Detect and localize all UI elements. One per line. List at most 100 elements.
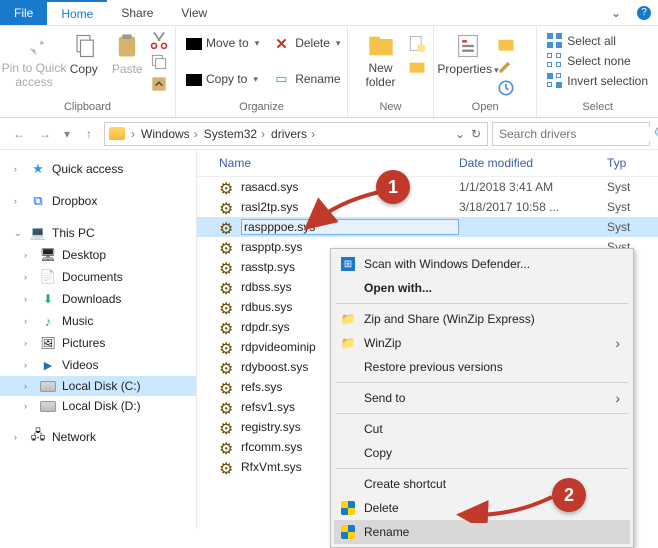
drive-d-icon — [40, 401, 56, 412]
sidebar-item-music[interactable]: ›Music — [0, 310, 196, 332]
sidebar-dropbox[interactable]: ›Dropbox — [0, 190, 196, 212]
title-tabs: File Home Share View ⌄ ? — [0, 0, 658, 26]
ctx-delete[interactable]: Delete — [334, 496, 630, 520]
sidebar-thispc[interactable]: ⌄This PC — [0, 222, 196, 244]
file-name: rasl2tp.sys — [241, 200, 459, 214]
sysfile-icon — [219, 319, 235, 335]
moveto-button[interactable]: Move to — [182, 34, 263, 52]
invert-icon — [547, 73, 563, 89]
file-row[interactable]: raspppoe.sys Syst — [197, 217, 658, 237]
ctx-cut[interactable]: Cut — [334, 417, 630, 441]
newfolder-icon — [367, 32, 395, 60]
cut-icon[interactable] — [149, 30, 169, 50]
edit-icon[interactable] — [496, 56, 516, 76]
ctx-winzip[interactable]: 📁WinZip — [334, 331, 630, 355]
sidebar-item-localdisk-c[interactable]: ›Local Disk (C:) — [0, 376, 196, 396]
column-headers[interactable]: Name Date modified Typ — [197, 150, 658, 177]
selectall-icon — [547, 33, 563, 49]
breadcrumb[interactable]: › Windows System32 drivers ⌄ ↻ — [104, 122, 488, 146]
ctx-openwith[interactable]: Open with... — [334, 276, 630, 300]
delete-icon: ✕ — [275, 35, 291, 51]
help-button[interactable]: ? — [630, 0, 658, 25]
crumb-0[interactable]: Windows — [141, 127, 198, 141]
rename-button[interactable]: ▭ Rename — [271, 70, 344, 88]
sidebar-item-desktop[interactable]: ›Desktop — [0, 244, 196, 266]
refresh-button[interactable]: ↻ — [471, 127, 481, 141]
easyaccess-icon[interactable] — [407, 56, 427, 76]
file-type: Syst — [607, 220, 658, 234]
sidebar-network[interactable]: ›Network — [0, 426, 196, 448]
file-name: raspppoe.sys — [241, 219, 459, 235]
file-row[interactable]: rasacd.sys1/1/2018 3:41 AMSyst — [197, 177, 658, 197]
search-box[interactable]: 🔍 — [492, 122, 650, 146]
annotation-bubble-1: 1 — [376, 170, 410, 204]
copypath-icon[interactable] — [149, 52, 169, 72]
sysfile-icon — [219, 239, 235, 255]
selectall-button[interactable]: Select all — [543, 32, 652, 50]
collapse-ribbon-button[interactable]: ⌄ — [602, 0, 630, 25]
sidebar-quickaccess[interactable]: ›Quick access — [0, 158, 196, 180]
sidebar-item-documents[interactable]: ›Documents — [0, 266, 196, 288]
tab-file[interactable]: File — [0, 0, 47, 25]
tab-view[interactable]: View — [167, 0, 221, 25]
delete-button[interactable]: ✕ Delete — [271, 34, 344, 52]
rename-icon: ▭ — [275, 71, 291, 87]
ctx-restore[interactable]: Restore previous versions — [334, 355, 630, 379]
invertselection-button[interactable]: Invert selection — [543, 72, 652, 90]
nav-recent-button[interactable]: ▾ — [60, 123, 74, 145]
sidebar: ›Quick access ›Dropbox ⌄This PC ›Desktop… — [0, 150, 197, 529]
sidebar-item-videos[interactable]: ›Videos — [0, 354, 196, 376]
file-name: rasacd.sys — [241, 180, 459, 194]
sidebar-item-pictures[interactable]: ›Pictures — [0, 332, 196, 354]
videos-icon — [40, 357, 56, 373]
sidebar-item-downloads[interactable]: ›Downloads — [0, 288, 196, 310]
selectnone-button[interactable]: Select none — [543, 52, 652, 70]
sysfile-icon — [219, 199, 235, 215]
shield-rename-icon — [340, 524, 356, 540]
ctx-rename[interactable]: Rename — [334, 520, 630, 544]
crumb-2[interactable]: drivers — [271, 127, 315, 141]
address-bar: ← → ▾ ↑ › Windows System32 drivers ⌄ ↻ 🔍 — [0, 118, 658, 150]
search-input[interactable] — [499, 127, 654, 141]
history-icon[interactable] — [496, 78, 516, 98]
group-new-caption: New — [354, 99, 427, 117]
ctx-sendto[interactable]: Send to — [334, 386, 630, 410]
ctx-scan-defender[interactable]: ⊞Scan with Windows Defender... — [334, 252, 630, 276]
tab-share[interactable]: Share — [107, 0, 167, 25]
copy-button[interactable]: Copy — [62, 28, 106, 76]
annotation-bubble-2: 2 — [552, 478, 586, 512]
moveto-icon — [186, 35, 202, 51]
crumb-dropdown-icon[interactable]: ⌄ — [455, 127, 465, 141]
newitem-icon[interactable] — [407, 34, 427, 54]
paste-button[interactable]: Paste — [106, 28, 150, 76]
newfolder-button[interactable]: New folder — [354, 28, 407, 90]
nav-up-button[interactable]: ↑ — [78, 123, 100, 145]
ctx-copy[interactable]: Copy — [334, 441, 630, 465]
search-icon: 🔍 — [654, 127, 658, 141]
sysfile-icon — [219, 379, 235, 395]
col-name[interactable]: Name — [219, 156, 459, 170]
properties-icon — [454, 32, 482, 60]
copyto-button[interactable]: Copy to — [182, 70, 263, 88]
desktop-icon — [40, 247, 56, 263]
file-date: 3/18/2017 10:58 ... — [459, 200, 607, 214]
file-type: Syst — [607, 200, 658, 214]
selectnone-icon — [547, 53, 563, 69]
pin-quickaccess-button[interactable]: Pin to Quick access — [6, 28, 62, 90]
music-icon — [40, 313, 56, 329]
ctx-zip-share[interactable]: 📁Zip and Share (WinZip Express) — [334, 307, 630, 331]
properties-button[interactable]: Properties — [440, 28, 496, 76]
file-row[interactable]: rasl2tp.sys3/18/2017 10:58 ...Syst — [197, 197, 658, 217]
nav-forward-button[interactable]: → — [34, 123, 56, 145]
tab-home[interactable]: Home — [47, 0, 107, 25]
pc-icon — [30, 225, 46, 241]
paste-shortcut-icon[interactable] — [149, 74, 169, 94]
documents-icon — [40, 269, 56, 285]
col-type[interactable]: Typ — [607, 156, 658, 170]
col-date[interactable]: Date modified — [459, 156, 607, 170]
crumb-1[interactable]: System32 — [204, 127, 265, 141]
pin-icon — [20, 32, 48, 60]
sidebar-item-localdisk-d[interactable]: ›Local Disk (D:) — [0, 396, 196, 416]
open-icon[interactable] — [496, 34, 516, 54]
nav-back-button[interactable]: ← — [8, 123, 30, 145]
